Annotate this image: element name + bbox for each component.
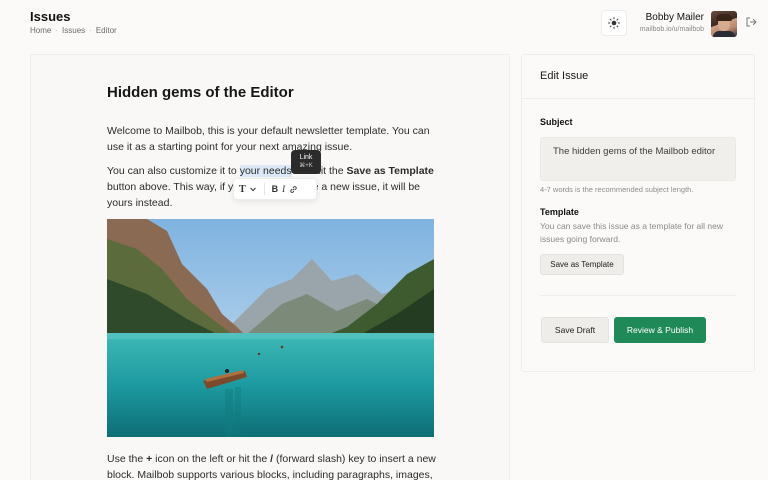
template-label: Template — [540, 207, 579, 217]
divider — [540, 295, 736, 296]
chevron-down-icon — [249, 187, 256, 192]
link-icon — [290, 185, 297, 193]
italic-icon: I — [282, 184, 286, 194]
document-title[interactable]: Hidden gems of the Editor — [107, 83, 437, 103]
edit-issue-panel: Edit Issue Subject The hidden gems of th… — [521, 54, 755, 372]
logout-icon — [746, 17, 757, 27]
link-button[interactable] — [289, 181, 298, 197]
page-title: Issues — [30, 9, 71, 24]
breadcrumb-issues[interactable]: Issues — [62, 26, 85, 35]
bold-button[interactable]: B — [272, 181, 279, 197]
template-description: You can save this issue as a template fo… — [540, 221, 724, 244]
paragraph-blocks[interactable]: Use the + icon on the left or hit the / … — [107, 451, 437, 480]
save-as-template-button[interactable]: Save as Template — [540, 254, 624, 275]
subject-input[interactable]: The hidden gems of the Mailbob editor — [540, 137, 736, 181]
save-draft-button[interactable]: Save Draft — [541, 317, 609, 343]
text-style-icon: T — [239, 183, 246, 195]
mountain-lake-image[interactable] — [107, 219, 434, 437]
breadcrumb-editor: Editor — [95, 26, 117, 35]
breadcrumb-home[interactable]: Home — [30, 26, 51, 35]
review-publish-button[interactable]: Review & Publish — [614, 317, 706, 343]
divider — [522, 98, 754, 99]
theme-toggle-button[interactable] — [601, 10, 627, 36]
logout-button[interactable] — [744, 15, 758, 29]
text-style-button[interactable]: T — [239, 181, 257, 197]
editor-content[interactable]: Hidden gems of the Editor Welcome to Mai… — [107, 83, 437, 480]
breadcrumb-separator: · — [89, 26, 92, 35]
user-name: Bobby Mailer — [645, 12, 704, 23]
avatar[interactable] — [711, 11, 737, 37]
breadcrumb-separator: · — [55, 26, 59, 35]
italic-button[interactable]: I — [282, 181, 285, 197]
paragraph-intro[interactable]: Welcome to Mailbob, this is your default… — [107, 123, 437, 155]
link-tooltip: Link ⌘+K — [291, 150, 321, 174]
header: Issues Home · Issues · Editor Bobby Mail… — [0, 0, 768, 50]
bold-icon: B — [271, 184, 279, 194]
subject-hint: 4-7 words is the recommended subject len… — [540, 185, 694, 194]
breadcrumb: Home · Issues · Editor — [30, 26, 117, 35]
sun-icon — [608, 17, 620, 29]
user-email: mailbob.io/u/mailbob — [639, 26, 704, 33]
selected-text[interactable]: your needs — [239, 165, 292, 177]
editor-canvas[interactable]: Hidden gems of the Editor Welcome to Mai… — [30, 54, 510, 480]
format-toolbar: T B I — [233, 178, 317, 200]
subject-label: Subject — [540, 117, 573, 127]
panel-title: Edit Issue — [540, 70, 589, 82]
